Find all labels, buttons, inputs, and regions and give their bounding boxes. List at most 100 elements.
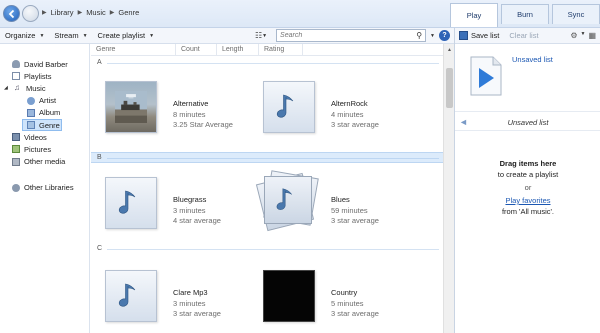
- expand-icon[interactable]: ◢: [4, 85, 10, 91]
- vertical-scrollbar[interactable]: ▲: [443, 44, 454, 333]
- genre-tile[interactable]: AlternRock 4 minutes 3 star average: [263, 81, 423, 137]
- album-art: [105, 177, 157, 229]
- tab-burn[interactable]: Burn: [501, 4, 549, 24]
- sidebar-item-label: Playlists: [24, 71, 52, 81]
- save-list-button[interactable]: Save list: [455, 31, 503, 40]
- group-header[interactable]: C: [91, 244, 443, 255]
- chevron-right-icon[interactable]: ▶: [78, 9, 83, 16]
- sidebar-item-pictures[interactable]: Pictures: [0, 143, 89, 155]
- genre-rating: 3 star average: [173, 309, 221, 318]
- create-playlist-menu[interactable]: Create playlist ▼: [93, 28, 159, 43]
- genre-duration: 59 minutes: [331, 205, 368, 215]
- genre-duration: 3 minutes: [173, 205, 206, 215]
- view-options-button[interactable]: ☷ ▼: [250, 29, 272, 42]
- save-icon: [459, 31, 468, 40]
- music-note-icon: [276, 188, 292, 210]
- toolbar: Organize ▼ Stream ▼ Create playlist ▼ ☷ ▼…: [0, 28, 454, 44]
- stream-menu[interactable]: Stream ▼: [49, 28, 92, 43]
- album-cover-photo: [115, 91, 147, 123]
- music-note-icon: [118, 283, 136, 307]
- group-header[interactable]: A: [91, 58, 443, 69]
- sidebar-item-label: Videos: [24, 132, 47, 142]
- genre-name: AlternRock: [331, 99, 368, 108]
- stream-label: Stream: [54, 31, 79, 40]
- column-header-rating[interactable]: Rating: [259, 44, 303, 55]
- chevron-down-icon[interactable]: ▼: [580, 31, 585, 40]
- tab-sync[interactable]: Sync: [552, 4, 600, 24]
- genre-tile[interactable]: Clare Mp3 3 minutes 3 star average: [105, 270, 265, 326]
- sidebar-item-genre[interactable]: Genre: [22, 118, 62, 132]
- genre-rating: 3.25 Star Average: [173, 120, 233, 129]
- list-options-icon[interactable]: ⚙: [570, 31, 577, 40]
- organize-label: Organize: [5, 31, 36, 40]
- group-letter: B: [97, 154, 102, 161]
- chevron-right-icon: ▶: [42, 10, 47, 16]
- genre-name: Clare Mp3: [173, 288, 208, 297]
- sidebar-item-user[interactable]: David Barber: [0, 58, 89, 70]
- genre-duration: 8 minutes: [173, 109, 206, 119]
- breadcrumb-music[interactable]: Music: [86, 8, 106, 17]
- sidebar-item-artist[interactable]: Artist: [0, 95, 89, 107]
- pane-options-icon[interactable]: ▦: [588, 31, 596, 40]
- picture-icon: [12, 145, 20, 154]
- search-icon[interactable]: ⚲: [416, 31, 422, 40]
- genre-tile[interactable]: Country 5 minutes 3 star average: [263, 270, 423, 326]
- list-header: Unsaved list: [455, 44, 600, 104]
- sidebar-item-other-libraries[interactable]: Other Libraries: [0, 182, 89, 194]
- playlist-icon: [12, 72, 20, 81]
- genre-tile[interactable]: Blues 59 minutes 3 star average: [255, 170, 419, 232]
- sidebar-item-label: Artist: [39, 96, 57, 106]
- chevron-right-icon[interactable]: ▶: [110, 9, 115, 16]
- music-note-icon: [118, 190, 136, 214]
- column-header-genre[interactable]: Genre: [91, 44, 176, 55]
- album-art: [105, 270, 157, 322]
- library-nav: David Barber Playlists ◢ ♫ Music Artist …: [0, 44, 90, 333]
- library-icon: [12, 183, 20, 192]
- genre-name: Alternative: [173, 99, 209, 108]
- breadcrumb-library[interactable]: Library: [51, 8, 74, 17]
- playlist-play-icon[interactable]: [469, 56, 503, 96]
- back-button[interactable]: [3, 5, 20, 22]
- column-headers: Genre Count Length Rating: [91, 44, 443, 56]
- artist-icon: [27, 96, 35, 105]
- genre-rating: 3 star average: [331, 309, 379, 318]
- genre-name: Bluegrass: [173, 195, 207, 204]
- search-dropdown-icon[interactable]: ▼: [430, 33, 435, 39]
- genre-name: Blues: [331, 195, 350, 204]
- sidebar-item-music[interactable]: ◢ ♫ Music: [0, 82, 89, 94]
- tab-play[interactable]: Play: [450, 3, 498, 27]
- search-box: ⚲: [276, 29, 427, 42]
- genre-icon: [27, 121, 35, 130]
- list-name[interactable]: Unsaved list: [512, 55, 553, 64]
- breadcrumb-genre[interactable]: Genre: [118, 8, 139, 17]
- help-icon[interactable]: ?: [439, 30, 450, 41]
- sidebar-item-label: Pictures: [24, 144, 52, 154]
- organize-menu[interactable]: Organize ▼: [0, 28, 49, 43]
- sidebar-item-album[interactable]: Album: [0, 107, 89, 119]
- arrow-left-icon: [8, 9, 14, 18]
- album-art: [263, 270, 315, 322]
- album-art-stack: [255, 170, 319, 232]
- music-note-icon: ♫: [14, 83, 20, 93]
- group-header[interactable]: B: [91, 152, 443, 163]
- genre-duration: 4 minutes: [331, 109, 364, 119]
- scrollbar-thumb[interactable]: [446, 68, 453, 108]
- forward-button[interactable]: [22, 5, 39, 22]
- clear-list-button[interactable]: Clear list: [503, 31, 544, 40]
- chevron-down-icon: ▼: [262, 32, 268, 39]
- sidebar-item-label: David Barber: [24, 59, 68, 69]
- sidebar-item-other-media[interactable]: Other media: [0, 156, 89, 168]
- genre-tile[interactable]: Alternative 8 minutes 3.25 Star Average: [105, 81, 265, 137]
- address-bar: ▶ Library ▶ Music ▶ Genre Play Burn Sync: [0, 0, 600, 28]
- search-input[interactable]: [277, 30, 408, 41]
- sidebar-item-label: Music: [26, 83, 46, 93]
- sidebar-item-videos[interactable]: Videos: [0, 131, 89, 143]
- column-header-count[interactable]: Count: [176, 44, 217, 55]
- chevron-down-icon: ▼: [82, 32, 88, 39]
- genre-tile[interactable]: Bluegrass 3 minutes 4 star average: [105, 177, 265, 233]
- column-header-length[interactable]: Length: [217, 44, 259, 55]
- panel-tabs: Play Burn Sync: [450, 3, 600, 27]
- sidebar-item-playlists[interactable]: Playlists: [0, 70, 89, 82]
- sidebar-item-label: Genre: [39, 120, 60, 130]
- create-playlist-label: Create playlist: [97, 31, 146, 40]
